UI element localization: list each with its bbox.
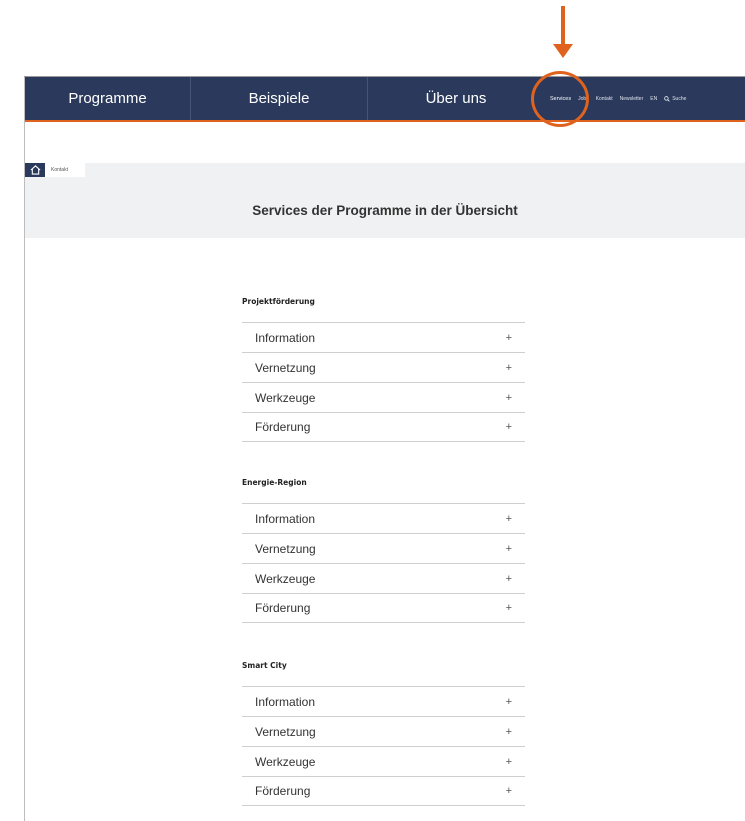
arrow-down-icon	[553, 44, 573, 58]
search-icon	[664, 95, 670, 102]
accordion-smart-city: Information + Vernetzung + Werkzeuge + Förd…	[242, 686, 525, 806]
annotation-arrow-shaft	[561, 6, 565, 46]
plus-icon[interactable]: +	[506, 543, 512, 555]
accordion-item-label: Information	[255, 511, 316, 526]
page-header-band	[25, 163, 745, 238]
annotation-highlight-circle	[531, 71, 589, 127]
plus-icon[interactable]: +	[506, 785, 512, 797]
plus-icon[interactable]: +	[506, 332, 512, 344]
accordion-item-label: Werkzeuge	[255, 754, 316, 769]
accordion-item-vernetzung[interactable]: Vernetzung +	[242, 352, 525, 382]
plus-icon[interactable]: +	[506, 726, 512, 738]
accordion-item-information[interactable]: Information +	[242, 322, 525, 352]
accordion-item-vernetzung[interactable]: Vernetzung +	[242, 716, 525, 746]
section-title-smart-city: Smart City	[242, 661, 287, 670]
accordion-item-label: Förderung	[255, 420, 311, 434]
accordion-item-label: Werkzeuge	[255, 390, 316, 405]
accordion-item-label: Werkzeuge	[255, 571, 316, 586]
accordion-item-foerderung[interactable]: Förderung +	[242, 776, 525, 806]
accordion-item-label: Vernetzung	[255, 541, 316, 556]
main-navbar: Programme Beispiele Über uns Services Jo…	[25, 77, 745, 122]
section-title-energie-region: Energie-Region	[242, 478, 307, 487]
plus-icon[interactable]: +	[506, 392, 512, 404]
nav-item-programme[interactable]: Programme	[25, 77, 191, 120]
accordion-item-foerderung[interactable]: Förderung +	[242, 412, 525, 442]
accordion-item-label: Information	[255, 694, 316, 709]
accordion-projektfoerderung: Information + Vernetzung + Werkzeuge + Förd…	[242, 322, 525, 442]
accordion-item-label: Förderung	[255, 601, 311, 615]
accordion-item-label: Vernetzung	[255, 724, 316, 739]
meta-link-language[interactable]: EN	[650, 96, 657, 102]
plus-icon[interactable]: +	[506, 573, 512, 585]
search-label: Suche	[672, 95, 687, 102]
accordion-item-information[interactable]: Information +	[242, 686, 525, 716]
breadcrumb-home[interactable]	[25, 163, 45, 177]
nav-item-beispiele[interactable]: Beispiele	[191, 77, 368, 120]
meta-link-newsletter[interactable]: Newsletter	[620, 96, 644, 102]
meta-search[interactable]: Suche	[664, 96, 686, 102]
plus-icon[interactable]: +	[506, 696, 512, 708]
accordion-item-label: Förderung	[255, 784, 311, 798]
plus-icon[interactable]: +	[506, 602, 512, 614]
accordion-item-werkzeuge[interactable]: Werkzeuge +	[242, 382, 525, 412]
accordion-item-werkzeuge[interactable]: Werkzeuge +	[242, 746, 525, 776]
accordion-item-label: Information	[255, 330, 316, 345]
accordion-item-information[interactable]: Information +	[242, 503, 525, 533]
plus-icon[interactable]: +	[506, 421, 512, 433]
accordion-item-label: Vernetzung	[255, 360, 316, 375]
section-title-projektfoerderung: Projektförderung	[242, 297, 315, 306]
home-icon	[30, 165, 40, 175]
plus-icon[interactable]: +	[506, 756, 512, 768]
accordion-energie-region: Information + Vernetzung + Werkzeuge + Förd…	[242, 503, 525, 623]
meta-link-kontakt[interactable]: Kontakt	[596, 96, 613, 102]
accordion-item-foerderung[interactable]: Förderung +	[242, 593, 525, 623]
page-title: Services der Programme in der Übersicht	[252, 203, 518, 218]
plus-icon[interactable]: +	[506, 513, 512, 525]
accordion-item-werkzeuge[interactable]: Werkzeuge +	[242, 563, 525, 593]
plus-icon[interactable]: +	[506, 362, 512, 374]
breadcrumb-current[interactable]: Kontakt	[45, 163, 85, 177]
accordion-item-vernetzung[interactable]: Vernetzung +	[242, 533, 525, 563]
nav-item-ueber-uns[interactable]: Über uns	[368, 77, 544, 120]
